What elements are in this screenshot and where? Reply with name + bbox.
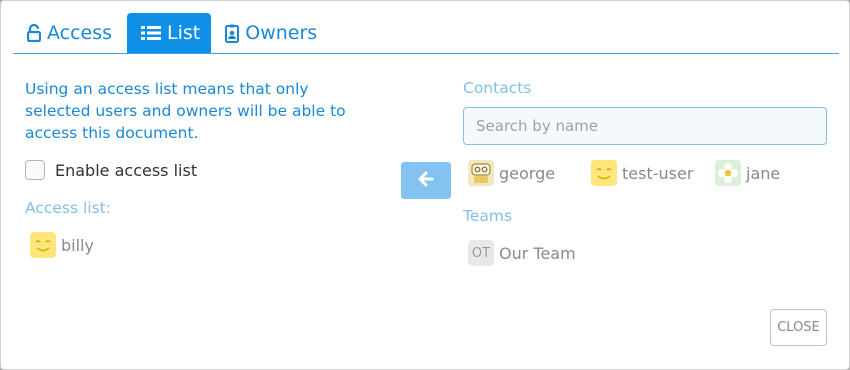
- access-list-user-name: billy: [61, 235, 94, 255]
- tab-list[interactable]: List: [127, 13, 212, 53]
- move-to-access-list-button[interactable]: [401, 162, 451, 199]
- arrow-left-icon: [418, 171, 434, 191]
- smiley-avatar-icon: [30, 232, 56, 258]
- enable-access-list-label: Enable access list: [55, 160, 198, 180]
- access-dialog: Access List Owners Using an access list …: [0, 0, 850, 370]
- tab-access[interactable]: Access: [13, 13, 127, 53]
- contact-name: test-user: [622, 163, 694, 183]
- team-our-team[interactable]: OT Our Team: [468, 240, 576, 266]
- contact-name: jane: [746, 163, 781, 183]
- tab-owners-label: Owners: [245, 22, 318, 44]
- close-button[interactable]: CLOSE: [770, 309, 827, 346]
- flower-avatar-icon: [715, 160, 741, 186]
- smiley-avatar-icon: [591, 160, 617, 186]
- badge-icon: [225, 24, 240, 43]
- contact-george[interactable]: george: [468, 160, 555, 186]
- tab-bar: Access List Owners: [13, 13, 839, 54]
- list-icon: [141, 25, 162, 41]
- unlock-icon: [27, 24, 41, 42]
- tab-list-label: List: [167, 22, 201, 44]
- access-list-label: Access list:: [25, 199, 111, 217]
- access-list-description: Using an access list means that only sel…: [25, 80, 346, 142]
- team-initials-avatar: OT: [468, 240, 494, 266]
- enable-access-list[interactable]: Enable access list: [25, 159, 197, 181]
- contacts-search-input[interactable]: [463, 107, 827, 145]
- contact-name: george: [499, 163, 556, 183]
- access-list-user[interactable]: billy: [30, 232, 94, 258]
- teams-label: Teams: [463, 207, 513, 225]
- tab-access-label: Access: [47, 22, 113, 44]
- contact-jane[interactable]: jane: [715, 160, 780, 186]
- contact-test-user[interactable]: test-user: [591, 160, 693, 186]
- robot-avatar-icon: [468, 160, 494, 186]
- tab-owners[interactable]: Owners: [211, 13, 328, 53]
- team-name: Our Team: [499, 243, 576, 263]
- enable-access-list-checkbox[interactable]: [25, 160, 45, 180]
- contacts-label: Contacts: [463, 79, 532, 97]
